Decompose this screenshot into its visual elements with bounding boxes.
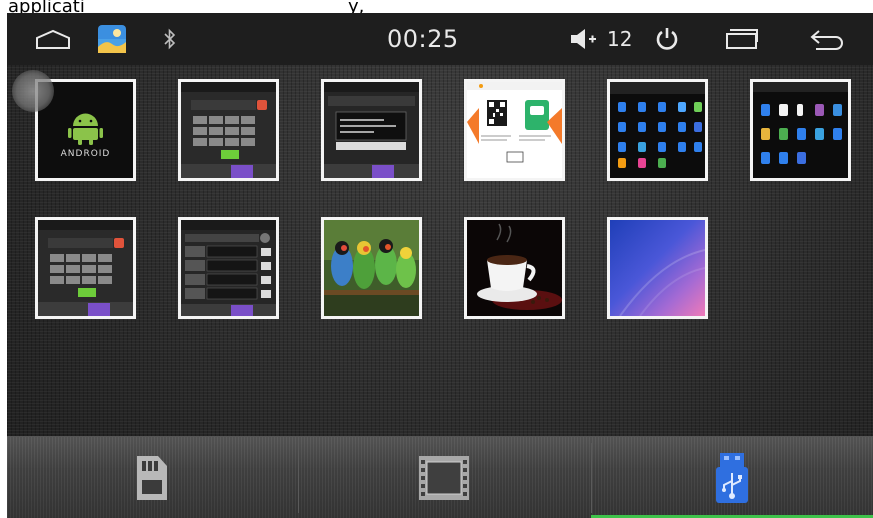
home-icon[interactable] bbox=[35, 13, 71, 65]
blue-pink-wallpaper[interactable] bbox=[607, 217, 708, 319]
gallery-app-icon[interactable] bbox=[98, 13, 126, 65]
usb-tab[interactable] bbox=[591, 437, 873, 518]
status-bar: 00:25 12 bbox=[7, 13, 873, 65]
coffee-cup-photo[interactable] bbox=[464, 217, 565, 319]
source-tab-bar bbox=[7, 436, 873, 518]
qr-code-screenshot[interactable] bbox=[464, 79, 565, 181]
sd-card-icon bbox=[136, 456, 167, 500]
video-tab[interactable] bbox=[299, 437, 588, 518]
settings-screenshot[interactable] bbox=[321, 79, 422, 181]
touch-indicator bbox=[12, 70, 54, 112]
app-icons-screenshot-2[interactable] bbox=[750, 79, 851, 181]
film-icon bbox=[418, 456, 469, 500]
back-icon[interactable] bbox=[810, 13, 846, 65]
clock: 00:25 bbox=[387, 25, 459, 53]
bluetooth-icon bbox=[163, 13, 177, 65]
car-head-unit-screen: 00:25 12 ANDROID bbox=[7, 13, 873, 518]
parrots-photo[interactable] bbox=[321, 217, 422, 319]
volume-icon[interactable] bbox=[570, 13, 600, 65]
usb-icon bbox=[716, 453, 748, 503]
app-icons-screenshot-1[interactable] bbox=[607, 79, 708, 181]
settings-list-screenshot[interactable] bbox=[178, 217, 279, 319]
sd-card-tab[interactable] bbox=[7, 437, 296, 518]
android-wordmark: ANDROID bbox=[61, 149, 111, 159]
power-icon[interactable] bbox=[655, 13, 679, 65]
phone-dialer-screenshot-2[interactable] bbox=[35, 217, 136, 319]
recent-apps-icon[interactable] bbox=[725, 13, 759, 65]
volume-level: 12 bbox=[607, 27, 633, 51]
phone-dialer-screenshot[interactable] bbox=[178, 79, 279, 181]
